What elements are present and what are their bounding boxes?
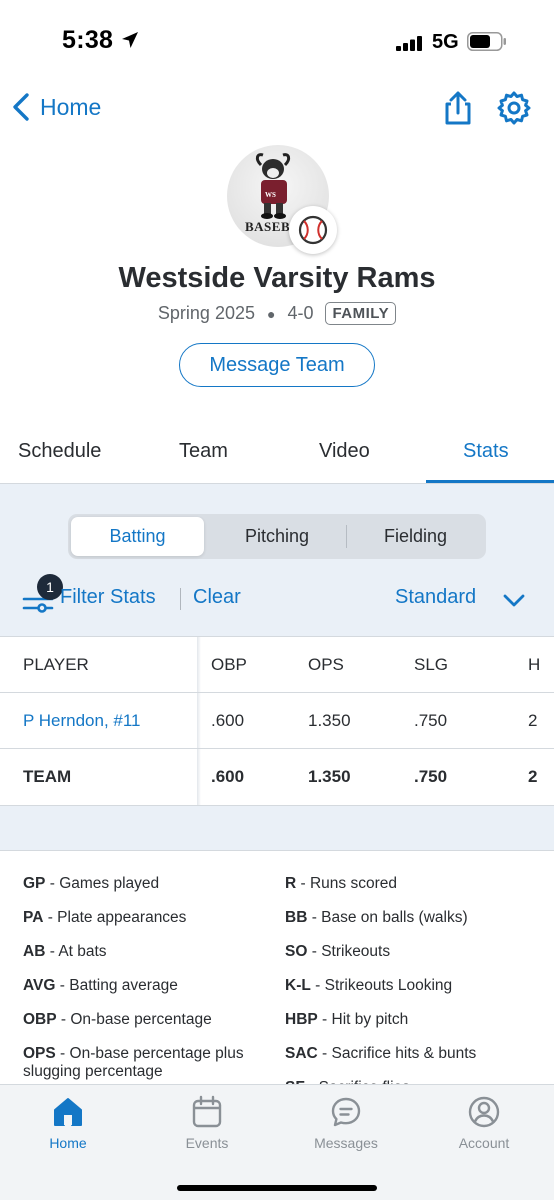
legend-item: SAC - Sacrifice hits & bunts [285, 1045, 477, 1062]
home-icon [54, 1098, 82, 1126]
tab-schedule[interactable]: Schedule [18, 440, 101, 463]
cell-slg: .750 [414, 711, 448, 730]
player-name-link[interactable]: P Herndon, #11 [23, 693, 141, 749]
legend-item: OPS - On-base percentage plus slugging pe… [23, 1045, 244, 1080]
home-indicator [177, 1185, 377, 1191]
cell-h: 2 [528, 711, 538, 730]
team-totals-row: TEAM .600 1.350 .750 2 [0, 749, 554, 805]
filter-row: 1 Filter Stats Clear Standard [0, 574, 554, 620]
legend-item: PA - Plate appearances [23, 909, 187, 926]
legend-item: AB - At bats [23, 943, 107, 960]
tab-stats[interactable]: Stats [463, 440, 509, 463]
tabbar-events[interactable]: Events [157, 1095, 257, 1151]
back-home-button[interactable]: Home [10, 86, 101, 128]
family-badge: FAMILY [325, 302, 397, 325]
chevron-left-icon [13, 93, 29, 121]
location-arrow-icon [122, 32, 138, 48]
segment-batting[interactable]: Batting [71, 517, 204, 556]
tabbar-label: Home [49, 1135, 87, 1151]
gear-icon[interactable] [496, 90, 532, 126]
column-header-player[interactable]: PLAYER [23, 637, 89, 693]
tabbar-label: Messages [314, 1135, 378, 1151]
status-time: 5:38 [62, 26, 114, 54]
table-row: P Herndon, #11 .600 1.350 .750 2 [0, 693, 554, 749]
chat-icon [331, 1097, 361, 1127]
team-totals-label: TEAM [23, 767, 72, 786]
calendar-icon [192, 1095, 222, 1128]
legend-item: HBP - Hit by pitch [285, 1011, 409, 1028]
tabbar-account[interactable]: Account [434, 1095, 534, 1151]
tabbar-messages[interactable]: Messages [296, 1095, 396, 1151]
legend-item: K-L - Strikeouts Looking [285, 977, 453, 994]
status-bar: 5:38 5G [0, 0, 554, 80]
stats-legend: GP - Games played PA - Plate appearances… [0, 850, 554, 1096]
cell-obp: .600 [211, 711, 245, 730]
column-header-slg[interactable]: SLG [414, 637, 448, 693]
batting-stats-table: PLAYER OBP OPS SLG H P Herndon, #11 .600… [0, 636, 554, 806]
segment-divider [346, 525, 347, 548]
account-icon [468, 1096, 500, 1128]
tab-video[interactable]: Video [319, 440, 370, 463]
stats-type-segmented-control: Batting Pitching Fielding [68, 514, 486, 559]
tabbar-label: Account [458, 1135, 510, 1151]
navigation-bar: Home [0, 84, 554, 130]
tabbar-label: Events [185, 1135, 229, 1151]
svg-text:WS: WS [265, 191, 276, 199]
view-select[interactable]: Standard [395, 586, 476, 609]
legend-item: R - Runs scored [285, 875, 397, 892]
separator-dot: ● [266, 305, 276, 322]
segment-pitching[interactable]: Pitching [208, 517, 346, 556]
legend-item: OBP - On-base percentage [23, 1011, 212, 1028]
battery-icon [467, 32, 506, 51]
team-name: Westside Varsity Rams [118, 262, 436, 294]
legend-item: GP - Games played [23, 875, 160, 892]
tabbar-home[interactable]: Home [18, 1095, 118, 1151]
column-header-ops[interactable]: OPS [308, 637, 344, 693]
column-header-h[interactable]: H [528, 637, 540, 693]
team-meta: Spring 2025 ● 4-0 FAMILY [0, 302, 554, 325]
legend-item: AVG - Batting average [23, 977, 178, 994]
team-season: Spring 2025 [157, 303, 255, 323]
table-header-row: PLAYER OBP OPS SLG H [0, 637, 554, 693]
clear-filter-button[interactable]: Clear [193, 586, 241, 609]
chevron-down-icon[interactable] [502, 588, 526, 612]
team-record: 4-0 [287, 303, 314, 323]
tab-team[interactable]: Team [179, 440, 228, 463]
segment-fielding[interactable]: Fielding [348, 517, 483, 556]
legend-item: SO - Strikeouts [285, 943, 391, 960]
filter-stats-button[interactable]: Filter Stats [60, 586, 156, 609]
back-label: Home [40, 93, 102, 120]
column-header-obp[interactable]: OBP [211, 637, 247, 693]
legend-item: BB - Base on balls (walks) [285, 909, 468, 926]
sport-badge [289, 206, 337, 254]
bottom-tab-bar: Home Events Messages Account [0, 1084, 554, 1200]
cellular-signal-icon [396, 36, 422, 51]
baseball-icon [298, 215, 328, 245]
cell-obp: .600 [211, 767, 245, 786]
cell-ops: 1.350 [308, 711, 351, 730]
cell-ops: 1.350 [308, 767, 351, 786]
filter-divider [180, 588, 181, 610]
cell-h: 2 [528, 767, 538, 786]
network-type: 5G [432, 31, 459, 53]
active-tab-indicator [426, 480, 554, 483]
cell-slg: .750 [414, 767, 448, 786]
team-tabs: Schedule Team Video Stats [0, 426, 554, 484]
message-team-button[interactable]: Message Team [179, 343, 375, 387]
stats-panel: Batting Pitching Fielding 1 Filter Stats… [0, 484, 554, 1096]
share-icon[interactable] [440, 90, 476, 126]
